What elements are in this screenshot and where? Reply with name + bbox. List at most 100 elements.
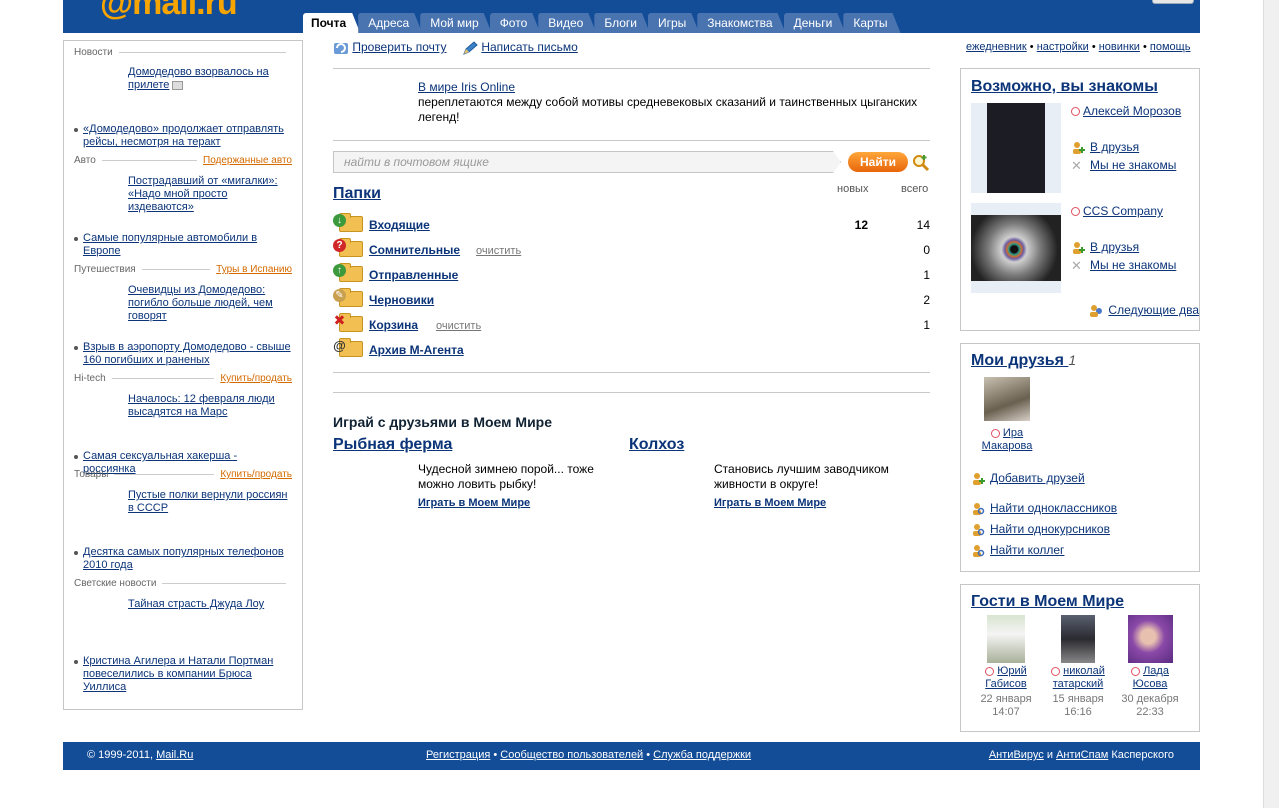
folder-row-drafts[interactable]: ✎ Черновики 2: [333, 288, 930, 309]
buy-sell-link[interactable]: Купить/продать: [220, 469, 292, 480]
news-bullet-item[interactable]: Десятка самых популярных телефонов 2010 …: [74, 546, 292, 572]
news-headline[interactable]: Очевидцы из Домодедово: погибло больше л…: [128, 284, 294, 323]
clean-trash-link[interactable]: очистить: [436, 320, 481, 332]
news-link[interactable]: Началось: 12 февраля люди высадятся на М…: [128, 393, 275, 418]
news-headline[interactable]: Началось: 12 февраля люди высадятся на М…: [128, 393, 294, 419]
guest-avatar[interactable]: [987, 615, 1025, 663]
news-link[interactable]: Пустые полки вернули россиян в СССР: [128, 489, 287, 514]
clean-spam-link[interactable]: очистить: [476, 245, 521, 257]
help-link[interactable]: помощь: [1150, 41, 1191, 53]
tab-my-world[interactable]: Мой мир: [420, 13, 491, 33]
folder-name[interactable]: Черновики: [369, 293, 434, 307]
used-cars-link[interactable]: Подержанные авто: [203, 155, 292, 166]
friend-avatar[interactable]: [984, 377, 1030, 421]
mailbox-search-input[interactable]: найти в почтовом ящике: [333, 151, 841, 173]
tab-photo[interactable]: Фото: [490, 13, 541, 33]
reject-action[interactable]: ✕ Мы не знакомы: [1071, 258, 1176, 273]
folder-name[interactable]: Сомнительные: [369, 243, 460, 257]
folder-name[interactable]: Архив М-Агента: [369, 343, 464, 357]
check-mail-label[interactable]: Проверить почту: [352, 40, 446, 54]
next-two-action[interactable]: Следующие два: [1089, 303, 1199, 318]
promo-link[interactable]: В мире Iris Online: [418, 80, 938, 95]
add-friend-link[interactable]: В друзья: [1090, 140, 1139, 154]
mailru-logo[interactable]: @mail.ru: [100, 0, 238, 20]
news-bullet-item[interactable]: «Домодедово» продолжает отправлять рейсы…: [74, 123, 292, 149]
mailru-link[interactable]: Mail.Ru: [156, 749, 193, 761]
guest-first-name[interactable]: Юрий: [997, 665, 1027, 677]
person-name-link[interactable]: CCS Company: [1083, 204, 1163, 218]
support-link[interactable]: Служба поддержки: [653, 749, 751, 761]
add-friend-action[interactable]: В друзья: [1071, 240, 1139, 255]
guest-item[interactable]: Лада Юсова 30 декабря 22:33: [1116, 665, 1184, 719]
maybe-known-title[interactable]: Возможно, вы знакомы: [971, 78, 1158, 96]
friend-first-name[interactable]: Ира: [1003, 427, 1023, 439]
friend-name[interactable]: Ира Макарова: [971, 427, 1043, 453]
news-bullet-item[interactable]: Кристина Агилера и Натали Портман повесе…: [74, 655, 292, 694]
guest-first-name[interactable]: николай: [1063, 665, 1105, 677]
news-headline[interactable]: Пострадавший от «мигалки»: «Надо мной пр…: [128, 175, 294, 214]
person-name[interactable]: Алексей Морозов: [1071, 104, 1181, 118]
news-link[interactable]: Десятка самых популярных телефонов 2010 …: [83, 546, 284, 571]
folder-row-sent[interactable]: ↑ Отправленные 1: [333, 263, 930, 284]
game-title-fish-farm[interactable]: Рыбная ферма: [333, 436, 452, 454]
reject-action[interactable]: ✕ Мы не знакомы: [1071, 158, 1176, 173]
play-in-my-world-link[interactable]: Играть в Моем Мире: [418, 497, 530, 509]
folder-name[interactable]: Отправленные: [369, 268, 458, 282]
news-bullet-item[interactable]: Самые популярные автомобили в Европе: [74, 232, 292, 258]
check-mail-button[interactable]: Проверить почту: [333, 40, 446, 56]
folder-name[interactable]: Корзина: [369, 318, 418, 332]
tab-games[interactable]: Игры: [648, 13, 699, 33]
guests-title[interactable]: Гости в Моем Мире: [971, 593, 1124, 611]
add-friend-action[interactable]: В друзья: [1071, 140, 1139, 155]
person-name-link[interactable]: Алексей Морозов: [1083, 104, 1181, 118]
tab-dating[interactable]: Знакомства: [697, 13, 785, 33]
add-friends-link[interactable]: Добавить друзей: [990, 471, 1085, 485]
news-link[interactable]: Кристина Агилера и Натали Портман повесе…: [83, 655, 273, 693]
find-colleagues-action[interactable]: Найти коллег: [971, 543, 1064, 558]
friend-last-name[interactable]: Макарова: [982, 440, 1033, 452]
folder-row-inbox[interactable]: ↓ Входящие 12 14: [333, 213, 930, 234]
not-acquainted-link[interactable]: Мы не знакомы: [1090, 258, 1176, 272]
folders-title[interactable]: Папки: [333, 185, 381, 203]
tab-video[interactable]: Видео: [538, 13, 596, 33]
antispam-link[interactable]: АнтиСпам: [1056, 749, 1108, 761]
folder-name[interactable]: Входящие: [369, 218, 430, 232]
news-link[interactable]: Пострадавший от «мигалки»: «Надо мной пр…: [128, 175, 278, 213]
planner-link[interactable]: ежедневник: [966, 41, 1027, 53]
find-classmates-action[interactable]: Найти одноклассников: [971, 501, 1117, 516]
news-headline[interactable]: Тайная страсть Джуда Лоу: [128, 598, 294, 611]
news-link[interactable]: Взрыв в аэропорту Домодедово - свыше 160…: [83, 341, 291, 366]
news-bullet-item[interactable]: Взрыв в аэропорту Домодедово - свыше 160…: [74, 341, 292, 367]
new-features-link[interactable]: новинки: [1099, 41, 1140, 53]
add-friends-action[interactable]: Добавить друзей: [971, 471, 1085, 486]
news-link[interactable]: Тайная страсть Джуда Лоу: [128, 598, 264, 610]
tab-addresses[interactable]: Адреса: [358, 13, 422, 33]
game-title-kolkhoz[interactable]: Колхоз: [629, 436, 684, 454]
tab-blogs[interactable]: Блоги: [594, 13, 650, 33]
write-mail-button[interactable]: Написать письмо: [462, 40, 578, 56]
guest-first-name[interactable]: Лада: [1143, 665, 1169, 677]
guest-item[interactable]: николай татарский 15 января 16:16: [1044, 665, 1112, 719]
page-scrollbar[interactable]: [1263, 0, 1279, 808]
register-link[interactable]: Регистрация: [426, 749, 490, 761]
news-link[interactable]: «Домодедово» продолжает отправлять рейсы…: [83, 123, 284, 148]
buy-sell-link[interactable]: Купить/продать: [220, 373, 292, 384]
guest-item[interactable]: Юрий Габисов 22 января 14:07: [976, 665, 1036, 719]
antivirus-link[interactable]: АнтиВирус: [989, 749, 1044, 761]
guest-avatar[interactable]: [1061, 615, 1095, 663]
news-headline[interactable]: Домодедово взорвалось на прилете: [128, 66, 294, 92]
next-two-link[interactable]: Следующие два: [1108, 303, 1199, 317]
header-button[interactable]: [1152, 0, 1194, 4]
guest-last-name[interactable]: татарский: [1053, 678, 1104, 690]
person-photo[interactable]: [971, 203, 1061, 293]
find-classmates-link[interactable]: Найти одноклассников: [990, 501, 1117, 515]
folder-row-agent-archive[interactable]: @ Архив М-Агента: [333, 338, 930, 359]
folder-row-spam[interactable]: ? Сомнительные очистить 0: [333, 238, 930, 259]
settings-link[interactable]: настройки: [1037, 41, 1089, 53]
search-button[interactable]: Найти: [848, 152, 908, 172]
spain-tours-link[interactable]: Туры в Испанию: [216, 264, 292, 275]
tab-money[interactable]: Деньги: [784, 13, 846, 33]
news-headline[interactable]: Пустые полки вернули россиян в СССР: [128, 489, 294, 515]
news-link[interactable]: Самые популярные автомобили в Европе: [83, 232, 257, 257]
tab-maps[interactable]: Карты: [843, 13, 900, 33]
